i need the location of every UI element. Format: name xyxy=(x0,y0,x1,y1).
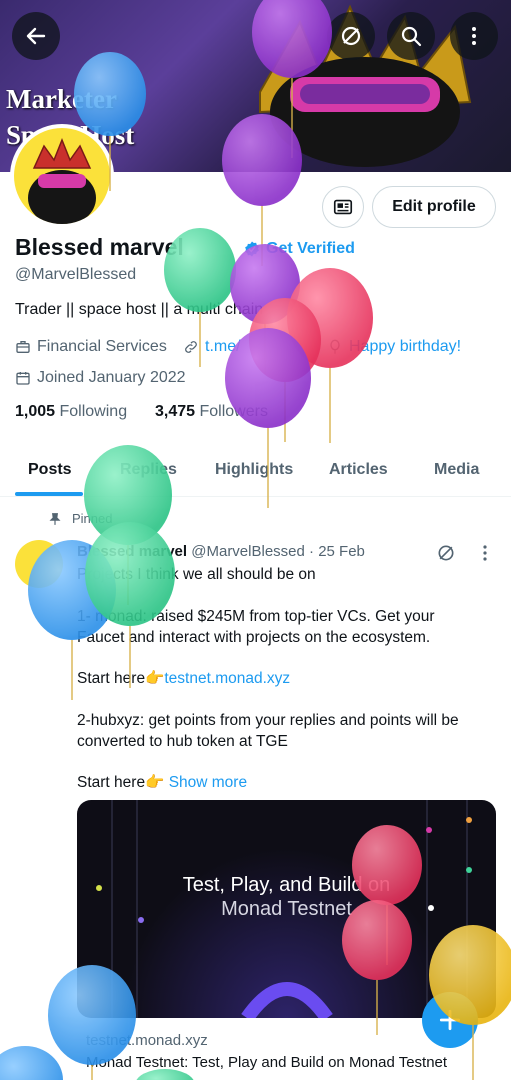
start-here-label-2: Start here👉 xyxy=(77,774,165,791)
avatar-artwork xyxy=(28,137,96,224)
newsletter-icon xyxy=(333,199,353,215)
profile-tabs: Posts Replies Highlights Articles Media xyxy=(0,448,511,497)
grok-icon[interactable] xyxy=(436,543,456,563)
post-author-handle[interactable]: @MarvelBlessed xyxy=(191,543,305,560)
category-label: Financial Services xyxy=(37,338,167,355)
balloon-icon xyxy=(0,1046,63,1080)
testnet-link[interactable]: testnet.monad.xyz xyxy=(164,670,290,687)
tab-highlights[interactable]: Highlights xyxy=(215,461,293,479)
calendar-icon xyxy=(16,372,30,385)
tab-articles[interactable]: Articles xyxy=(329,461,388,479)
compose-button[interactable] xyxy=(422,992,478,1048)
tab-posts[interactable]: Posts xyxy=(28,461,72,479)
post-line-3: Faucet and interact with projects on the… xyxy=(77,629,431,646)
card-title-1: Test, Play, and Build on xyxy=(182,874,391,896)
post-start-2: Start here👉 Show more xyxy=(77,772,477,793)
post-line-2: 1- monad: raised $245M from top-tier VCs… xyxy=(77,608,435,625)
briefcase-icon xyxy=(16,341,30,353)
show-more-link[interactable]: Show more xyxy=(169,774,247,791)
edit-profile-button[interactable]: Edit profile xyxy=(372,186,496,228)
more-vertical-icon xyxy=(472,27,476,45)
tab-replies[interactable]: Replies xyxy=(120,461,177,479)
following-label: Following xyxy=(59,403,128,420)
plus-icon xyxy=(439,1009,461,1031)
profile-joined: Joined January 2022 xyxy=(15,369,186,387)
card-title-2: Monad Testnet xyxy=(221,898,352,920)
joined-label: Joined January 2022 xyxy=(37,369,186,386)
followers-label: Followers xyxy=(199,403,268,420)
profile-website[interactable]: t.me/ xyxy=(183,338,241,356)
start-here-label: Start here👉 xyxy=(77,670,165,687)
birthday-label: Happy birthday! xyxy=(349,338,462,355)
post-start-1: Start here👉testnet.monad.xyz xyxy=(77,668,477,689)
post-line-1: Projects I think we all should be on xyxy=(77,566,316,583)
eye-off-icon xyxy=(341,26,361,46)
back-button[interactable] xyxy=(12,12,60,60)
profile-avatar[interactable] xyxy=(10,124,114,228)
post-more-icon[interactable] xyxy=(478,543,492,563)
profile-category: Financial Services xyxy=(15,338,167,356)
get-verified-link[interactable]: Get Verified xyxy=(243,240,355,258)
pinned-indicator: Pinned xyxy=(48,511,112,526)
card-domain[interactable]: testnet.monad.xyz xyxy=(86,1032,208,1049)
followers-count: 3,475 xyxy=(155,403,196,420)
search-button[interactable] xyxy=(387,12,435,60)
website-link[interactable]: t.me/ xyxy=(205,338,241,356)
profile-handle: @MarvelBlessed xyxy=(15,266,137,283)
following-link[interactable]: 1,005 Following xyxy=(15,403,127,421)
following-count: 1,005 xyxy=(15,403,56,420)
arrow-left-icon xyxy=(26,27,46,45)
hide-button[interactable] xyxy=(327,12,375,60)
post-header: Blessed marvel @MarvelBlessed · 25 Feb xyxy=(77,543,365,560)
balloon-icon xyxy=(330,339,340,354)
followers-link[interactable]: 3,475 Followers xyxy=(155,403,268,421)
pinned-label: Pinned xyxy=(72,511,113,526)
post-line-5: converted to hub token at TGE xyxy=(77,733,288,750)
card-description[interactable]: Monad Testnet: Test, Play and Build on M… xyxy=(86,1054,447,1071)
active-tab-indicator xyxy=(15,492,83,496)
profile-bio: Trader || space host || a multi chain xyxy=(15,301,264,318)
link-icon xyxy=(185,341,197,353)
post-author-avatar[interactable] xyxy=(15,540,63,588)
profile-birthday: Happy birthday! xyxy=(327,338,461,356)
link-preview-card[interactable]: Test, Play, and Build on Monad Testnet xyxy=(77,800,496,1018)
banner-line-1: Marketer xyxy=(6,84,117,114)
search-icon xyxy=(401,26,422,47)
verified-badge-icon xyxy=(245,241,259,257)
display-name: Blessed marvel xyxy=(15,234,184,260)
tab-media[interactable]: Media xyxy=(434,461,479,479)
post-date: · 25 Feb xyxy=(309,543,365,560)
subscribe-button[interactable] xyxy=(322,186,364,228)
post-author-name[interactable]: Blessed marvel xyxy=(77,543,187,560)
more-button[interactable] xyxy=(450,12,498,60)
pin-icon xyxy=(49,512,61,525)
post-line-4: 2-hubxyz: get points from your replies a… xyxy=(77,712,459,729)
get-verified-label: Get Verified xyxy=(266,240,355,257)
